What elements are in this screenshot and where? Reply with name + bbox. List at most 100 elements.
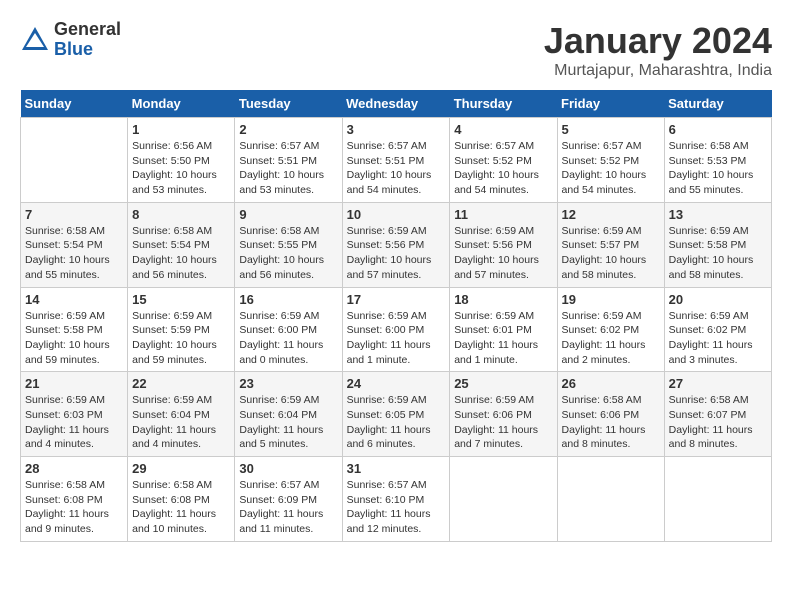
day-info: Sunrise: 6:57 AM Sunset: 5:51 PM Dayligh… — [239, 139, 337, 198]
calendar-cell: 15 Sunrise: 6:59 AM Sunset: 5:59 PM Dayli… — [128, 287, 235, 372]
weekday-header-thursday: Thursday — [450, 90, 557, 118]
calendar-week-row: 1 Sunrise: 6:56 AM Sunset: 5:50 PM Daylig… — [21, 118, 772, 203]
day-number: 24 — [347, 376, 446, 391]
calendar-cell: 4 Sunrise: 6:57 AM Sunset: 5:52 PM Daylig… — [450, 118, 557, 203]
day-info: Sunrise: 6:58 AM Sunset: 5:53 PM Dayligh… — [669, 139, 767, 198]
day-number: 7 — [25, 207, 123, 222]
day-info: Sunrise: 6:59 AM Sunset: 5:56 PM Dayligh… — [347, 224, 446, 283]
calendar-cell: 5 Sunrise: 6:57 AM Sunset: 5:52 PM Daylig… — [557, 118, 664, 203]
day-number: 21 — [25, 376, 123, 391]
day-info: Sunrise: 6:58 AM Sunset: 5:54 PM Dayligh… — [25, 224, 123, 283]
logo-blue: Blue — [54, 40, 121, 60]
day-info: Sunrise: 6:59 AM Sunset: 6:06 PM Dayligh… — [454, 393, 552, 452]
day-info: Sunrise: 6:56 AM Sunset: 5:50 PM Dayligh… — [132, 139, 230, 198]
calendar-week-row: 14 Sunrise: 6:59 AM Sunset: 5:58 PM Dayli… — [21, 287, 772, 372]
calendar-cell — [450, 457, 557, 542]
day-number: 9 — [239, 207, 337, 222]
logo-text: General Blue — [54, 20, 121, 60]
calendar-cell: 11 Sunrise: 6:59 AM Sunset: 5:56 PM Dayli… — [450, 202, 557, 287]
day-info: Sunrise: 6:59 AM Sunset: 6:02 PM Dayligh… — [562, 309, 660, 368]
day-number: 17 — [347, 292, 446, 307]
day-number: 14 — [25, 292, 123, 307]
calendar-cell: 19Sunrise: 6:59 AM Sunset: 6:02 PM Dayli… — [557, 287, 664, 372]
calendar-cell: 17 Sunrise: 6:59 AM Sunset: 6:00 PM Dayli… — [342, 287, 450, 372]
calendar-week-row: 7 Sunrise: 6:58 AM Sunset: 5:54 PM Daylig… — [21, 202, 772, 287]
day-number: 1 — [132, 122, 230, 137]
day-number: 30 — [239, 461, 337, 476]
weekday-header-sunday: Sunday — [21, 90, 128, 118]
day-number: 20 — [669, 292, 767, 307]
weekday-header-wednesday: Wednesday — [342, 90, 450, 118]
day-info: Sunrise: 6:59 AM Sunset: 5:59 PM Dayligh… — [132, 309, 230, 368]
day-number: 8 — [132, 207, 230, 222]
day-number: 15 — [132, 292, 230, 307]
day-info: Sunrise: 6:59 AM Sunset: 5:58 PM Dayligh… — [669, 224, 767, 283]
location-subtitle: Murtajapur, Maharashtra, India — [544, 62, 772, 80]
day-info: Sunrise: 6:58 AM Sunset: 5:55 PM Dayligh… — [239, 224, 337, 283]
logo-icon — [20, 25, 50, 55]
calendar-cell — [21, 118, 128, 203]
day-info: Sunrise: 6:59 AM Sunset: 6:04 PM Dayligh… — [132, 393, 230, 452]
calendar-cell: 8 Sunrise: 6:58 AM Sunset: 5:54 PM Daylig… — [128, 202, 235, 287]
day-info: Sunrise: 6:57 AM Sunset: 5:52 PM Dayligh… — [454, 139, 552, 198]
calendar-cell: 3 Sunrise: 6:57 AM Sunset: 5:51 PM Daylig… — [342, 118, 450, 203]
calendar-week-row: 28 Sunrise: 6:58 AM Sunset: 6:08 PM Dayli… — [21, 457, 772, 542]
day-number: 5 — [562, 122, 660, 137]
day-info: Sunrise: 6:57 AM Sunset: 6:10 PM Dayligh… — [347, 478, 446, 537]
day-number: 23 — [239, 376, 337, 391]
day-number: 2 — [239, 122, 337, 137]
logo: General Blue — [20, 20, 121, 60]
calendar-cell: 21Sunrise: 6:59 AM Sunset: 6:03 PM Dayli… — [21, 372, 128, 457]
calendar-cell: 7 Sunrise: 6:58 AM Sunset: 5:54 PM Daylig… — [21, 202, 128, 287]
header: General Blue January 2024 Murtajapur, Ma… — [20, 20, 772, 80]
calendar-cell: 28 Sunrise: 6:58 AM Sunset: 6:08 PM Dayli… — [21, 457, 128, 542]
calendar-cell: 2 Sunrise: 6:57 AM Sunset: 5:51 PM Daylig… — [235, 118, 342, 203]
calendar-cell: 23 Sunrise: 6:59 AM Sunset: 6:04 PM Dayli… — [235, 372, 342, 457]
day-number: 31 — [347, 461, 446, 476]
calendar-cell: 29Sunrise: 6:58 AM Sunset: 6:08 PM Dayli… — [128, 457, 235, 542]
day-number: 28 — [25, 461, 123, 476]
calendar-cell: 27Sunrise: 6:58 AM Sunset: 6:07 PM Dayli… — [664, 372, 771, 457]
day-info: Sunrise: 6:59 AM Sunset: 5:57 PM Dayligh… — [562, 224, 660, 283]
day-info: Sunrise: 6:58 AM Sunset: 5:54 PM Dayligh… — [132, 224, 230, 283]
day-info: Sunrise: 6:59 AM Sunset: 5:58 PM Dayligh… — [25, 309, 123, 368]
day-number: 13 — [669, 207, 767, 222]
day-number: 18 — [454, 292, 552, 307]
calendar-cell: 1 Sunrise: 6:56 AM Sunset: 5:50 PM Daylig… — [128, 118, 235, 203]
day-info: Sunrise: 6:59 AM Sunset: 6:00 PM Dayligh… — [347, 309, 446, 368]
title-section: January 2024 Murtajapur, Maharashtra, In… — [544, 20, 772, 80]
weekday-header-tuesday: Tuesday — [235, 90, 342, 118]
month-title: January 2024 — [544, 20, 772, 62]
calendar-cell: 25Sunrise: 6:59 AM Sunset: 6:06 PM Dayli… — [450, 372, 557, 457]
day-number: 6 — [669, 122, 767, 137]
logo-general: General — [54, 20, 121, 40]
day-info: Sunrise: 6:59 AM Sunset: 6:00 PM Dayligh… — [239, 309, 337, 368]
day-info: Sunrise: 6:58 AM Sunset: 6:08 PM Dayligh… — [132, 478, 230, 537]
calendar-cell: 13 Sunrise: 6:59 AM Sunset: 5:58 PM Dayli… — [664, 202, 771, 287]
calendar-cell: 12 Sunrise: 6:59 AM Sunset: 5:57 PM Dayli… — [557, 202, 664, 287]
day-number: 11 — [454, 207, 552, 222]
day-number: 10 — [347, 207, 446, 222]
day-number: 12 — [562, 207, 660, 222]
day-number: 16 — [239, 292, 337, 307]
day-info: Sunrise: 6:58 AM Sunset: 6:07 PM Dayligh… — [669, 393, 767, 452]
day-info: Sunrise: 6:58 AM Sunset: 6:06 PM Dayligh… — [562, 393, 660, 452]
weekday-header-friday: Friday — [557, 90, 664, 118]
calendar-cell: 9 Sunrise: 6:58 AM Sunset: 5:55 PM Daylig… — [235, 202, 342, 287]
calendar-cell: 22 Sunrise: 6:59 AM Sunset: 6:04 PM Dayli… — [128, 372, 235, 457]
weekday-header-row: SundayMondayTuesdayWednesdayThursdayFrid… — [21, 90, 772, 118]
calendar-cell: 14 Sunrise: 6:59 AM Sunset: 5:58 PM Dayli… — [21, 287, 128, 372]
day-number: 22 — [132, 376, 230, 391]
calendar-cell: 31 Sunrise: 6:57 AM Sunset: 6:10 PM Dayli… — [342, 457, 450, 542]
day-number: 4 — [454, 122, 552, 137]
day-number: 3 — [347, 122, 446, 137]
day-info: Sunrise: 6:58 AM Sunset: 6:08 PM Dayligh… — [25, 478, 123, 537]
day-info: Sunrise: 6:59 AM Sunset: 6:04 PM Dayligh… — [239, 393, 337, 452]
day-info: Sunrise: 6:59 AM Sunset: 6:02 PM Dayligh… — [669, 309, 767, 368]
calendar-cell: 10 Sunrise: 6:59 AM Sunset: 5:56 PM Dayli… — [342, 202, 450, 287]
day-info: Sunrise: 6:57 AM Sunset: 5:51 PM Dayligh… — [347, 139, 446, 198]
day-info: Sunrise: 6:59 AM Sunset: 6:01 PM Dayligh… — [454, 309, 552, 368]
day-info: Sunrise: 6:59 AM Sunset: 5:56 PM Dayligh… — [454, 224, 552, 283]
calendar-cell — [557, 457, 664, 542]
day-info: Sunrise: 6:57 AM Sunset: 5:52 PM Dayligh… — [562, 139, 660, 198]
